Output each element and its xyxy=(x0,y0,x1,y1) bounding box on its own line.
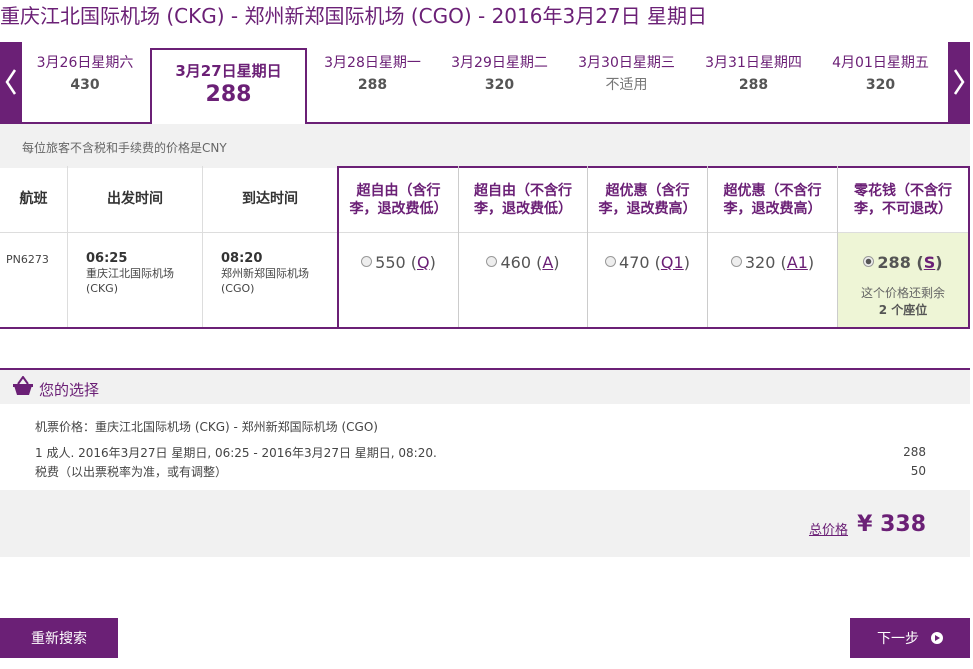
col-flight: 航班 PN6273 xyxy=(0,166,67,327)
selection-title: 您的选择 xyxy=(39,381,100,399)
arrive-airport: 郑州新郑国际机场 xyxy=(221,267,309,280)
fare-class-link[interactable]: Q xyxy=(417,253,430,272)
arrive-time: 08:20 xyxy=(221,251,263,266)
flight-number: PN6273 xyxy=(6,253,49,266)
date-tab-0327[interactable]: 3月27日星期日 288 xyxy=(150,48,307,124)
col-fare-a1: 超优惠（不含行李，退改费高） 320 (A1) xyxy=(707,166,837,327)
date-tab-price: 320 xyxy=(865,77,896,93)
date-tab-0326[interactable]: 3月26日星期六 430 xyxy=(22,54,148,120)
passenger-line: 1 成人. 2016年3月27日 星期日, 06:25 - 2016年3月27日… xyxy=(35,446,437,460)
arrive-code: (CGO) xyxy=(221,282,255,295)
fare-price: 460 xyxy=(500,253,531,272)
date-tab-price: 288 xyxy=(357,77,388,93)
radio-button[interactable] xyxy=(863,256,875,267)
depart-time: 06:25 xyxy=(86,251,128,266)
selection-header: 您的选择 xyxy=(0,368,970,404)
header-flight: 航班 xyxy=(19,191,48,207)
seats-note-text: 这个价格还剩余 xyxy=(860,286,945,300)
chevron-right-icon xyxy=(953,69,965,95)
fare-option-q1[interactable]: 470 (Q1) xyxy=(588,253,707,272)
seats-remaining: 这个价格还剩余 2 个座位 xyxy=(838,285,968,319)
fare-class-link[interactable]: S xyxy=(924,253,936,272)
passenger-amount: 288 xyxy=(903,445,926,459)
date-tab-0330[interactable]: 3月30日星期三 不适用 xyxy=(563,54,690,120)
fare-class-link[interactable]: A xyxy=(542,253,553,272)
fare-option-a1[interactable]: 320 (A1) xyxy=(708,253,837,272)
date-tab-price: 288 xyxy=(205,82,252,107)
fare-option-a[interactable]: 460 (A) xyxy=(459,253,587,272)
header-arrive: 到达时间 xyxy=(242,191,298,207)
date-tab-label: 3月31日星期四 xyxy=(705,55,802,71)
header-depart: 出发时间 xyxy=(107,191,163,207)
date-tab-label: 3月29日星期二 xyxy=(451,55,548,71)
page-title: 重庆江北国际机场 (CKG) - 郑州新郑国际机场 (CGO) - 2016年3… xyxy=(0,4,708,28)
basket-icon xyxy=(13,376,33,395)
fare-header: 超自由（不含行李，退改费低） xyxy=(459,166,587,232)
arrow-right-icon xyxy=(931,632,943,644)
fare-price: 470 xyxy=(619,253,650,272)
date-strip: 3月26日星期六 430 3月27日星期日 288 3月28日星期一 288 3… xyxy=(0,42,970,124)
col-fare-s: 零花钱（不含行李，不可退改） 288 (S) 这个价格还剩余 2 个座位 xyxy=(837,166,970,327)
fare-header: 零花钱（不含行李，不可退改） xyxy=(838,166,968,232)
prev-week-button[interactable] xyxy=(0,42,22,122)
tax-amount: 50 xyxy=(910,464,926,478)
radio-button[interactable] xyxy=(605,256,617,267)
date-tab-0329[interactable]: 3月29日星期二 320 xyxy=(436,54,563,120)
fare-header: 超自由（含行李，退改费低） xyxy=(339,166,458,232)
fare-option-s[interactable]: 288 (S) xyxy=(838,253,968,272)
chevron-left-icon xyxy=(5,69,17,95)
fare-class-link[interactable]: A1 xyxy=(787,253,808,272)
next-week-button[interactable] xyxy=(948,42,970,122)
col-depart: 出发时间 06:25 重庆江北国际机场 (CKG) xyxy=(67,166,202,327)
fare-table: 航班 PN6273 出发时间 06:25 重庆江北国际机场 (CKG) 到达时间… xyxy=(0,166,970,329)
next-button-label: 下一步 xyxy=(877,631,919,647)
depart-code: (CKG) xyxy=(86,282,119,295)
date-tab-price: 288 xyxy=(738,77,769,93)
fare-option-q[interactable]: 550 (Q) xyxy=(339,253,458,272)
price-note: 每位旅客不含税和手续费的价格是CNY xyxy=(0,124,970,168)
radio-button[interactable] xyxy=(486,256,498,267)
ticket-price-line: 机票价格：重庆江北国际机场 (CKG) - 郑州新郑国际机场 (CGO) xyxy=(35,420,378,434)
fare-class-link[interactable]: Q1 xyxy=(661,253,684,272)
depart-airport: 重庆江北国际机场 xyxy=(86,267,174,280)
fare-price: 320 xyxy=(744,253,776,272)
research-button[interactable]: 重新搜索 xyxy=(0,618,118,658)
radio-button[interactable] xyxy=(730,256,742,267)
radio-button[interactable] xyxy=(361,256,373,267)
fare-price: 288 xyxy=(877,253,911,272)
col-arrive: 到达时间 08:20 郑州新郑国际机场 (CGO) xyxy=(202,166,337,327)
research-button-label: 重新搜索 xyxy=(31,631,87,647)
total-price-link[interactable]: 总价格 xyxy=(809,519,848,538)
date-tab-label: 3月30日星期三 xyxy=(578,55,675,71)
date-tab-label: 3月26日星期六 xyxy=(36,55,134,71)
date-tab-price: 不适用 xyxy=(605,77,648,93)
divider xyxy=(0,327,970,329)
date-tab-0331[interactable]: 3月31日星期四 288 xyxy=(690,54,817,120)
col-fare-q: 超自由（含行李，退改费低） 550 (Q) xyxy=(337,166,458,327)
date-tab-0328[interactable]: 3月28日星期一 288 xyxy=(309,54,436,120)
fare-header: 超优惠（不含行李，退改费高） xyxy=(708,166,837,232)
col-fare-a: 超自由（不含行李，退改费低） 460 (A) xyxy=(458,166,587,327)
tax-line: 税费（以出票税率为准，或有调整） xyxy=(35,465,228,479)
date-tab-price: 430 xyxy=(70,77,100,93)
your-selection-panel: 您的选择 机票价格：重庆江北国际机场 (CKG) - 郑州新郑国际机场 (CGO… xyxy=(0,368,970,557)
date-tab-label: 4月01日星期五 xyxy=(832,55,929,71)
seats-count: 2 个座位 xyxy=(878,303,928,317)
total-box: 总价格 ¥ 338 xyxy=(0,490,970,557)
fare-price: 550 xyxy=(375,253,406,272)
date-tab-price: 320 xyxy=(484,77,515,93)
date-tab-0401[interactable]: 4月01日星期五 320 xyxy=(817,54,944,120)
next-step-button[interactable]: 下一步 xyxy=(850,618,970,658)
date-tab-label: 3月28日星期一 xyxy=(324,55,421,71)
date-tab-label: 3月27日星期日 xyxy=(175,62,282,80)
fare-header: 超优惠（含行李，退改费高） xyxy=(588,166,707,232)
col-fare-q1: 超优惠（含行李，退改费高） 470 (Q1) xyxy=(587,166,707,327)
total-price-value: ¥ 338 xyxy=(857,512,926,537)
